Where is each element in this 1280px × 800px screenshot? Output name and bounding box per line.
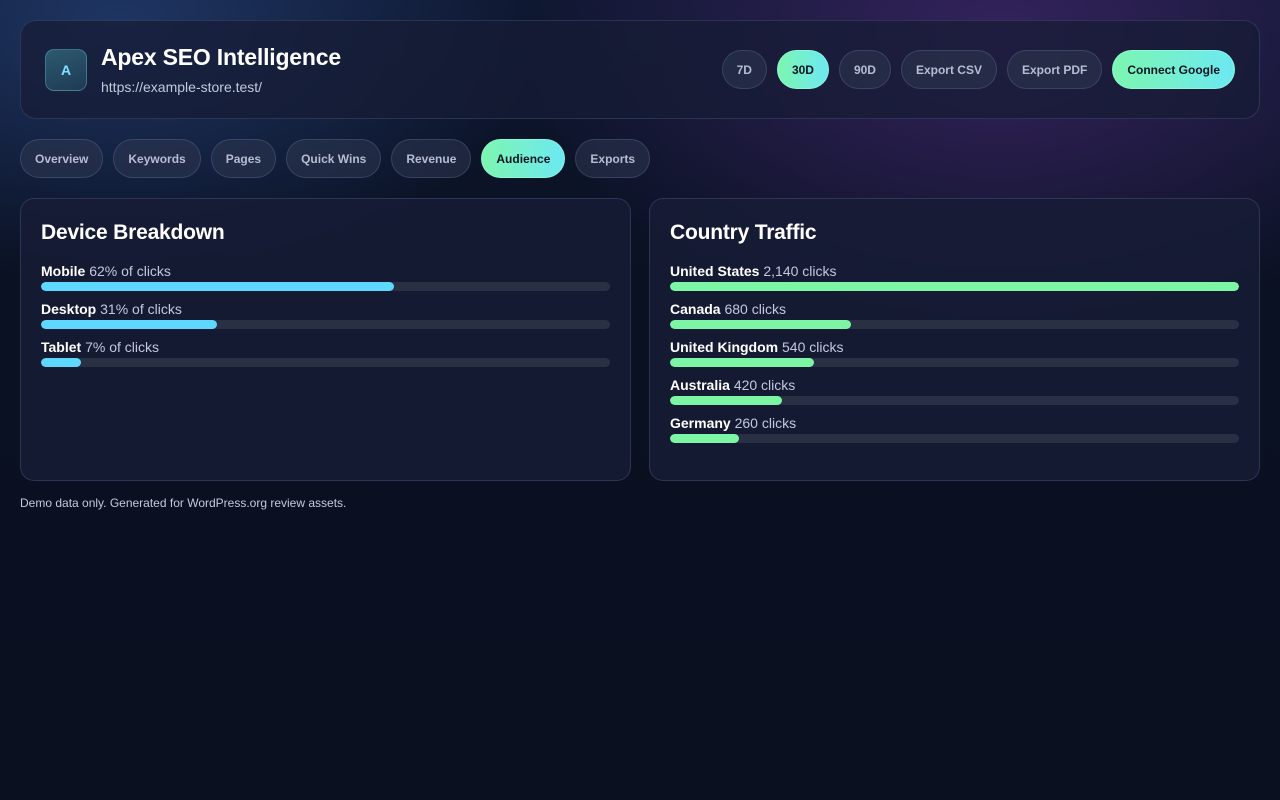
export-csv-button[interactable]: Export CSV xyxy=(900,50,997,89)
device-bar-track xyxy=(41,320,610,329)
country-traffic-card: Country Traffic United States 2,140 clic… xyxy=(649,198,1260,481)
country-bar-track xyxy=(670,434,1239,443)
country-rows: United States 2,140 clicks Canada 680 cli… xyxy=(670,263,1239,443)
app-header: A Apex SEO Intelligence https://example-… xyxy=(20,20,1260,119)
connect-google-button[interactable]: Connect Google xyxy=(1112,50,1235,89)
tab-audience[interactable]: Audience xyxy=(481,139,566,178)
country-row-detail: 540 clicks xyxy=(782,339,844,355)
country-card-title: Country Traffic xyxy=(670,221,817,244)
device-row: Tablet 7% of clicks xyxy=(41,339,610,367)
country-bar-fill xyxy=(670,396,782,405)
country-row: United States 2,140 clicks xyxy=(670,263,1239,291)
page-title: Apex SEO Intelligence xyxy=(101,44,341,70)
app-logo: A xyxy=(45,48,87,91)
device-row: Desktop 31% of clicks xyxy=(41,301,610,329)
tab-pages[interactable]: Pages xyxy=(210,139,277,178)
tab-quick-wins[interactable]: Quick Wins xyxy=(286,139,382,178)
country-row-label: Canada 680 clicks xyxy=(670,301,1239,317)
range-90d-button[interactable]: 90D xyxy=(838,50,891,89)
brand-block: Apex SEO Intelligence https://example-st… xyxy=(101,44,341,95)
device-card-title: Device Breakdown xyxy=(41,221,225,244)
country-row: Australia 420 clicks xyxy=(670,377,1239,405)
country-bar-fill xyxy=(670,358,814,367)
device-bar-fill xyxy=(41,358,81,367)
site-url: https://example-store.test/ xyxy=(101,79,263,95)
country-bar-track xyxy=(670,282,1239,291)
export-pdf-button[interactable]: Export PDF xyxy=(1006,50,1103,89)
device-row-detail: 7% of clicks xyxy=(85,339,160,355)
country-bar-fill xyxy=(670,434,740,443)
country-row-detail: 680 clicks xyxy=(724,301,786,317)
country-row: United Kingdom 540 clicks xyxy=(670,339,1239,367)
device-row-detail: 31% of clicks xyxy=(100,301,182,317)
header-actions: 7D 30D 90D Export CSV Export PDF Connect… xyxy=(721,50,1235,89)
device-row-name: Mobile xyxy=(41,263,86,279)
device-row-label: Tablet 7% of clicks xyxy=(41,339,610,355)
device-rows: Mobile 62% of clicks Desktop 31% of click… xyxy=(41,263,610,367)
country-bar-track xyxy=(670,358,1239,367)
device-row-label: Mobile 62% of clicks xyxy=(41,263,610,279)
tab-revenue[interactable]: Revenue xyxy=(391,139,472,178)
country-row-name: United Kingdom xyxy=(670,339,779,355)
country-bar-fill xyxy=(670,282,1239,291)
country-row-label: United Kingdom 540 clicks xyxy=(670,339,1239,355)
device-row-name: Tablet xyxy=(41,339,82,355)
country-bar-track xyxy=(670,320,1239,329)
country-row: Germany 260 clicks xyxy=(670,415,1239,443)
tab-exports[interactable]: Exports xyxy=(575,139,651,178)
country-row-detail: 2,140 clicks xyxy=(763,263,837,279)
country-row-label: United States 2,140 clicks xyxy=(670,263,1239,279)
country-row-name: Canada xyxy=(670,301,721,317)
country-bar-track xyxy=(670,396,1239,405)
tab-keywords[interactable]: Keywords xyxy=(113,139,201,178)
device-row-detail: 62% of clicks xyxy=(89,263,171,279)
footer-note: Demo data only. Generated for WordPress.… xyxy=(20,496,347,510)
logo-letter: A xyxy=(60,61,72,78)
country-row-label: Australia 420 clicks xyxy=(670,377,1239,393)
country-row-name: United States xyxy=(670,263,760,279)
country-bar-fill xyxy=(670,320,851,329)
device-bar-track xyxy=(41,282,610,291)
country-row-label: Germany 260 clicks xyxy=(670,415,1239,431)
device-breakdown-card: Device Breakdown Mobile 62% of clicks Des… xyxy=(20,198,631,481)
range-30d-button[interactable]: 30D xyxy=(776,50,829,89)
device-row-name: Desktop xyxy=(41,301,97,317)
country-row-name: Germany xyxy=(670,415,731,431)
device-bar-track xyxy=(41,358,610,367)
device-row: Mobile 62% of clicks xyxy=(41,263,610,291)
range-7d-button[interactable]: 7D xyxy=(721,50,767,89)
device-bar-fill xyxy=(41,320,218,329)
country-row-detail: 260 clicks xyxy=(734,415,797,431)
tab-overview[interactable]: Overview xyxy=(20,139,104,178)
device-bar-fill xyxy=(41,282,394,291)
device-row-label: Desktop 31% of clicks xyxy=(41,301,610,317)
tab-bar: Overview Keywords Pages Quick Wins Reven… xyxy=(20,139,651,178)
country-row-detail: 420 clicks xyxy=(733,377,796,393)
country-row: Canada 680 clicks xyxy=(670,301,1239,329)
country-row-name: Australia xyxy=(670,377,730,393)
